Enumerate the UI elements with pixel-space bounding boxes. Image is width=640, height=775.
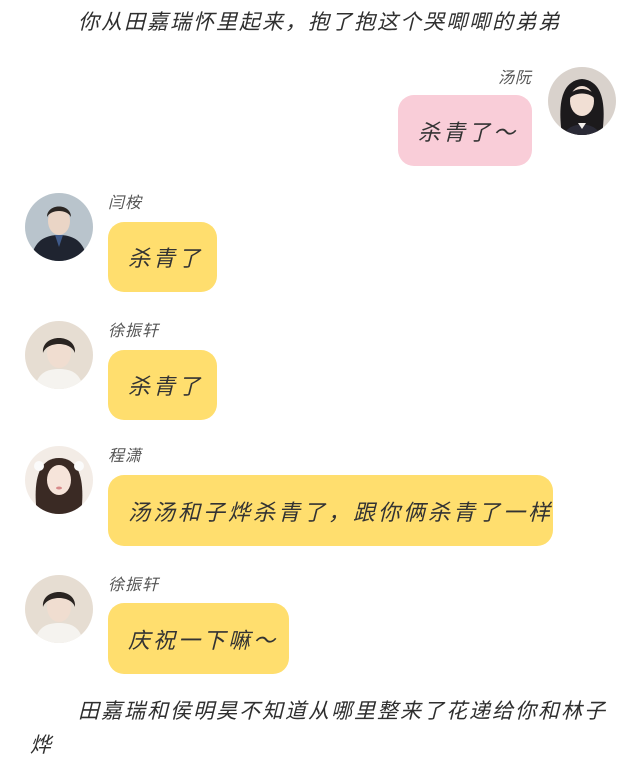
message-bubble: 杀青了 [108, 222, 217, 292]
avatar-image-icon [25, 446, 93, 514]
avatar-image-icon [25, 321, 93, 389]
avatar-image-icon [25, 575, 93, 643]
narration-text-top: 你从田嘉瑞怀里起来，抱了抱这个哭唧唧的弟弟 [78, 10, 561, 34]
message-bubble: 汤汤和子烨杀青了，跟你俩杀青了一样 [108, 475, 553, 546]
chat-message-5: 徐振轩 庆祝一下嘛～ [0, 567, 640, 677]
sender-name: 程潇 [108, 446, 143, 465]
message-bubble: 庆祝一下嘛～ [108, 603, 289, 674]
sender-name: 闫桉 [108, 193, 143, 212]
chat-message-2: 闫桉 杀青了 [0, 185, 640, 295]
avatar[interactable] [25, 575, 93, 643]
avatar-image-icon [548, 67, 616, 135]
sender-name: 徐振轩 [108, 321, 160, 340]
message-bubble: 杀青了～ [398, 95, 532, 166]
avatar[interactable] [25, 193, 93, 261]
avatar[interactable] [548, 67, 616, 135]
avatar[interactable] [25, 321, 93, 389]
message-bubble: 杀青了 [108, 350, 217, 420]
chat-message-3: 徐振轩 杀青了 [0, 313, 640, 423]
chat-message-1: 汤阮 杀青了～ [0, 62, 640, 172]
chat-message-4: 程潇 汤汤和子烨杀青了，跟你俩杀青了一样 [0, 440, 640, 555]
sender-name: 徐振轩 [108, 575, 160, 594]
avatar-image-icon [25, 193, 93, 261]
narration-text-bottom: 田嘉瑞和侯明昊不知道从哪里整来了花递给你和林子烨 [30, 699, 607, 757]
sender-name: 汤阮 [497, 68, 532, 87]
avatar[interactable] [25, 446, 93, 514]
